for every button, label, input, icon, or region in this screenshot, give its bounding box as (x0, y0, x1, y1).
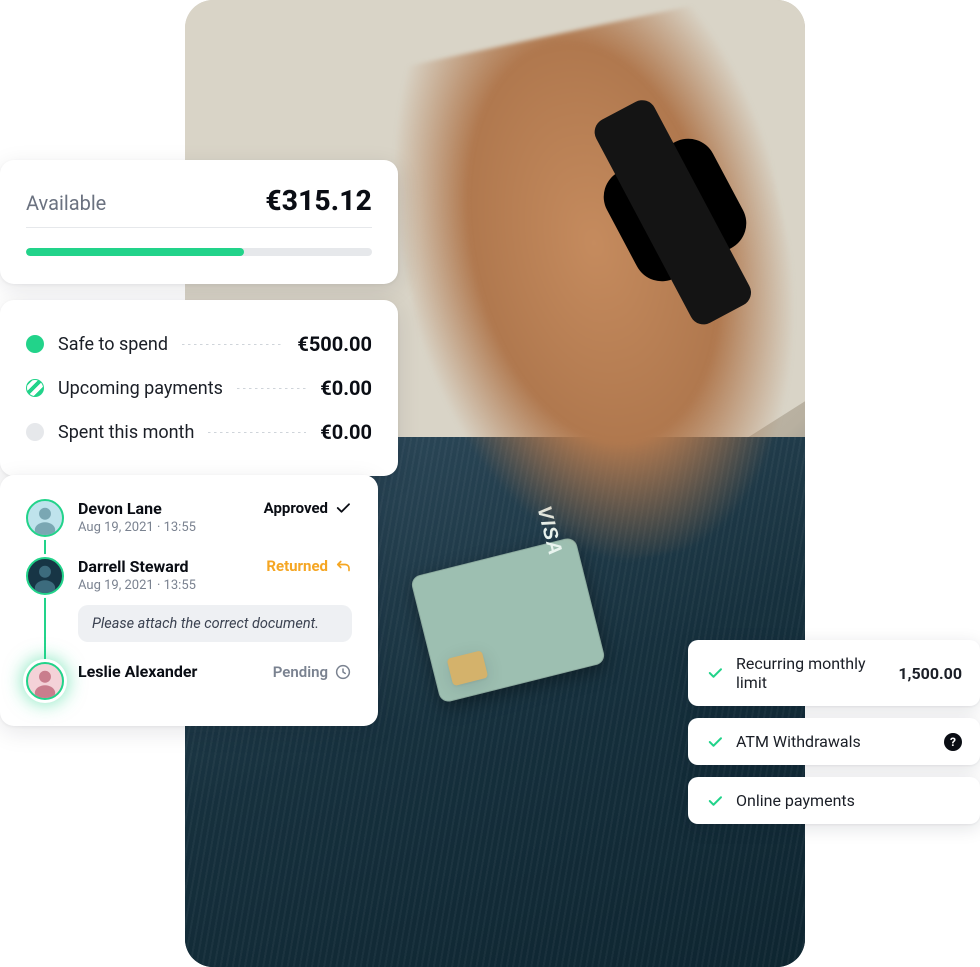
approval-item: Darrell Steward Aug 19, 2021 · 13:55 Ret… (26, 557, 352, 662)
clock-icon (334, 663, 352, 681)
status-returned: Returned (266, 557, 352, 575)
balance-progress (26, 248, 372, 256)
checkmark-icon (334, 499, 352, 517)
status-pending: Pending (273, 663, 352, 681)
budget-value: €0.00 (320, 376, 372, 400)
approver-timestamp: Aug 19, 2021 · 13:55 (78, 578, 196, 593)
approver-name: Devon Lane (78, 499, 196, 518)
budget-row-spent: Spent this month €0.00 (26, 410, 372, 454)
feature-online-payments: Online payments (688, 777, 980, 824)
checkmark-icon (706, 664, 724, 682)
feature-label: ATM Withdrawals (736, 732, 932, 751)
budget-label: Upcoming payments (58, 378, 223, 399)
help-icon[interactable]: ? (944, 733, 962, 751)
return-arrow-icon (334, 557, 352, 575)
status-approved: Approved (264, 499, 352, 517)
budget-label: Safe to spend (58, 334, 168, 355)
approver-name: Darrell Steward (78, 557, 196, 576)
budget-value: €0.00 (320, 420, 372, 444)
status-label: Returned (266, 557, 328, 575)
budget-breakdown-card: Safe to spend €500.00 Upcoming payments … (0, 300, 398, 476)
dot-icon (26, 335, 44, 353)
feature-recurring-limit: Recurring monthly limit 1,500.00 (688, 640, 980, 706)
available-balance-card: Available €315.12 (0, 160, 398, 284)
balance-progress-fill (26, 248, 244, 256)
budget-label: Spent this month (58, 422, 194, 443)
feature-label: Online payments (736, 791, 962, 810)
approval-item: Devon Lane Aug 19, 2021 · 13:55 Approved (26, 499, 352, 557)
feature-label: Recurring monthly limit (736, 654, 886, 692)
approver-name: Leslie Alexander (78, 662, 197, 681)
avatar (26, 662, 64, 700)
return-note: Please attach the correct document. (78, 605, 352, 642)
avatar (26, 499, 64, 537)
dot-icon (26, 423, 44, 441)
approval-item: Leslie Alexander Pending (26, 662, 352, 700)
checkmark-icon (706, 792, 724, 810)
feature-value: 1,500.00 (898, 664, 962, 683)
feature-atm-withdrawals: ATM Withdrawals ? (688, 718, 980, 765)
available-amount: €315.12 (265, 184, 372, 217)
budget-row-upcoming: Upcoming payments €0.00 (26, 366, 372, 410)
approver-timestamp: Aug 19, 2021 · 13:55 (78, 520, 196, 535)
budget-value: €500.00 (297, 332, 372, 356)
checkmark-icon (706, 733, 724, 751)
budget-row-safe: Safe to spend €500.00 (26, 322, 372, 366)
avatar (26, 557, 64, 595)
status-label: Approved (264, 499, 328, 517)
status-label: Pending (273, 663, 328, 681)
striped-dot-icon (26, 379, 44, 397)
approvals-card: Devon Lane Aug 19, 2021 · 13:55 Approved (0, 475, 378, 726)
card-features-list: Recurring monthly limit 1,500.00 ATM Wit… (688, 640, 980, 824)
available-label: Available (26, 191, 106, 215)
